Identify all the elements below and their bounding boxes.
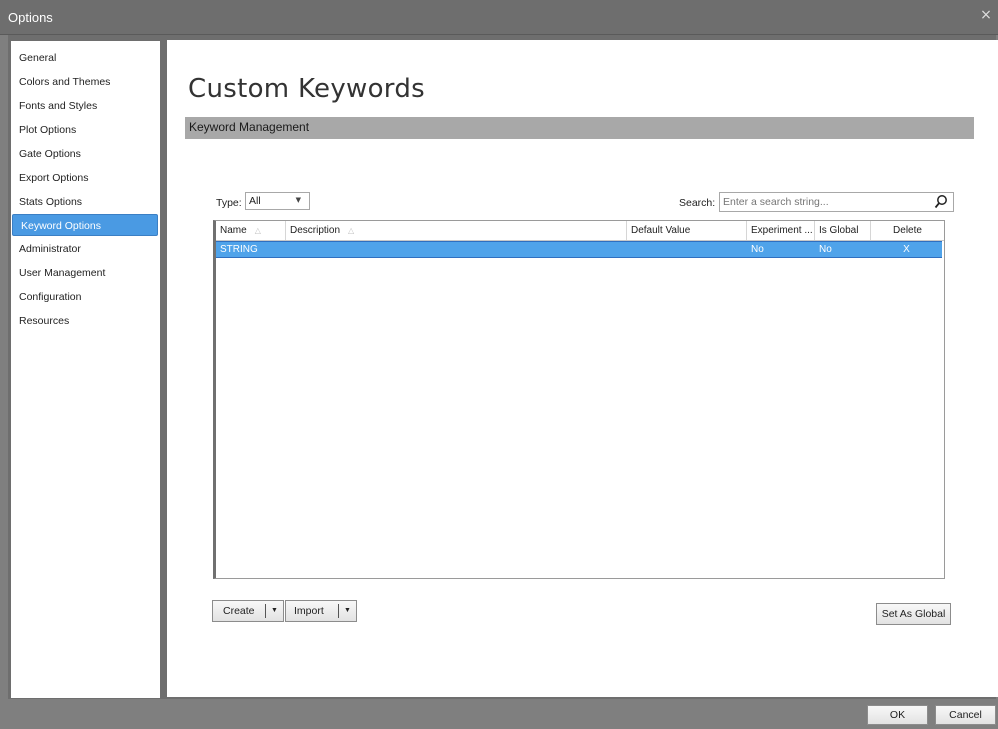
type-dropdown-value: All (249, 195, 261, 207)
sidebar: General Colors and Themes Fonts and Styl… (10, 40, 161, 699)
close-icon[interactable]: × (978, 7, 994, 23)
cell-is-global: No (819, 244, 832, 255)
sidebar-item-colors-and-themes[interactable]: Colors and Themes (11, 71, 158, 93)
search-label: Search: (679, 197, 716, 209)
import-button[interactable]: Import (286, 601, 324, 621)
title-bar: Options × (0, 0, 998, 35)
search-input[interactable] (723, 194, 923, 210)
split-divider (265, 604, 266, 618)
cancel-button[interactable]: Cancel (935, 705, 996, 725)
section-title: Keyword Management (189, 120, 310, 134)
set-as-global-button[interactable]: Set As Global (876, 603, 951, 625)
type-label: Type: (216, 197, 242, 209)
sidebar-item-plot-options[interactable]: Plot Options (11, 119, 158, 141)
cell-default-value (627, 242, 747, 257)
table-row[interactable]: STRING No No X (216, 241, 942, 258)
keywords-table: Name △ Description △ Default Value Experim… (213, 220, 945, 579)
page-title: Custom Keywords (188, 74, 425, 104)
ok-button[interactable]: OK (867, 705, 928, 725)
search-box (719, 192, 954, 212)
window-title: Options (8, 10, 53, 25)
content-pane: Custom Keywords Keyword Management Type:… (167, 40, 998, 697)
import-dropdown-icon[interactable]: ▼ (344, 601, 351, 621)
create-button[interactable]: Create (213, 601, 255, 621)
cell-description (286, 242, 627, 257)
type-dropdown[interactable]: All ▼ (245, 192, 310, 210)
footer-bar (8, 699, 996, 729)
search-icon[interactable] (934, 194, 948, 210)
section-header: Keyword Management (185, 117, 974, 139)
sidebar-item-configuration[interactable]: Configuration (11, 286, 158, 308)
create-split-button: Create ▼ (212, 600, 284, 622)
column-header-description[interactable]: Description △ (286, 221, 627, 240)
create-dropdown-icon[interactable]: ▼ (271, 601, 278, 621)
sidebar-item-keyword-options[interactable]: Keyword Options (12, 214, 158, 236)
cell-name: STRING (220, 244, 258, 255)
sidebar-item-user-management[interactable]: User Management (11, 262, 158, 284)
sidebar-item-export-options[interactable]: Export Options (11, 167, 158, 189)
sidebar-item-resources[interactable]: Resources (11, 310, 158, 332)
column-header-name[interactable]: Name △ (216, 221, 286, 240)
split-divider (338, 604, 339, 618)
table-header: Name △ Description △ Default Value Experim… (216, 221, 944, 241)
delete-row-button[interactable]: X (871, 242, 942, 257)
sidebar-item-stats-options[interactable]: Stats Options (11, 191, 158, 213)
cell-experiment: No (751, 244, 764, 255)
import-split-button: Import ▼ (285, 600, 357, 622)
sidebar-item-fonts-and-styles[interactable]: Fonts and Styles (11, 95, 158, 117)
chevron-down-icon: ▼ (295, 196, 301, 204)
sidebar-item-general[interactable]: General (11, 47, 158, 69)
column-header-experiment[interactable]: Experiment ... (747, 221, 815, 240)
column-header-delete[interactable]: Delete (871, 221, 944, 240)
column-header-is-global[interactable]: Is Global (815, 221, 871, 240)
column-header-default-value[interactable]: Default Value (627, 221, 747, 240)
sidebar-item-administrator[interactable]: Administrator (11, 238, 158, 260)
sidebar-item-gate-options[interactable]: Gate Options (11, 143, 158, 165)
